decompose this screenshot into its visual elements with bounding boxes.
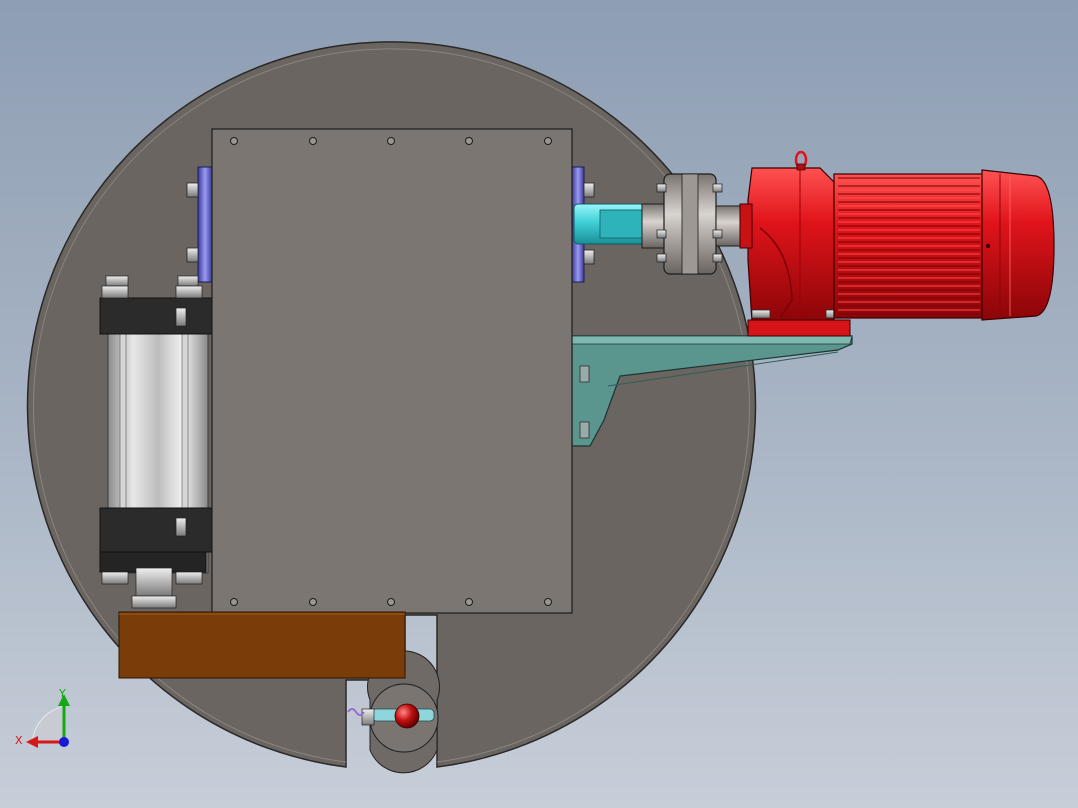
bolt-hole xyxy=(465,598,473,606)
bolt-hole xyxy=(387,598,395,606)
wooden-block[interactable] xyxy=(118,611,406,679)
drive-shaft[interactable] xyxy=(573,203,645,245)
bolt-hole xyxy=(387,137,395,145)
bolt-hole xyxy=(544,137,552,145)
motor-cooling-fins xyxy=(838,177,980,315)
bolt-hole xyxy=(309,137,317,145)
bolt-hole xyxy=(309,598,317,606)
cad-viewport[interactable]: Y X xyxy=(0,0,1078,808)
bolt-hole xyxy=(230,137,238,145)
bolt-hole xyxy=(544,598,552,606)
bolt-hole xyxy=(230,598,238,606)
pneumatic-cylinder[interactable] xyxy=(99,275,213,609)
electric-motor[interactable] xyxy=(833,169,1055,321)
cad-model-view[interactable] xyxy=(0,0,1078,808)
bolt-hole xyxy=(465,137,473,145)
coordinate-triad xyxy=(26,694,70,748)
z-axis-marker xyxy=(59,737,69,747)
main-housing-plate[interactable] xyxy=(211,128,573,614)
